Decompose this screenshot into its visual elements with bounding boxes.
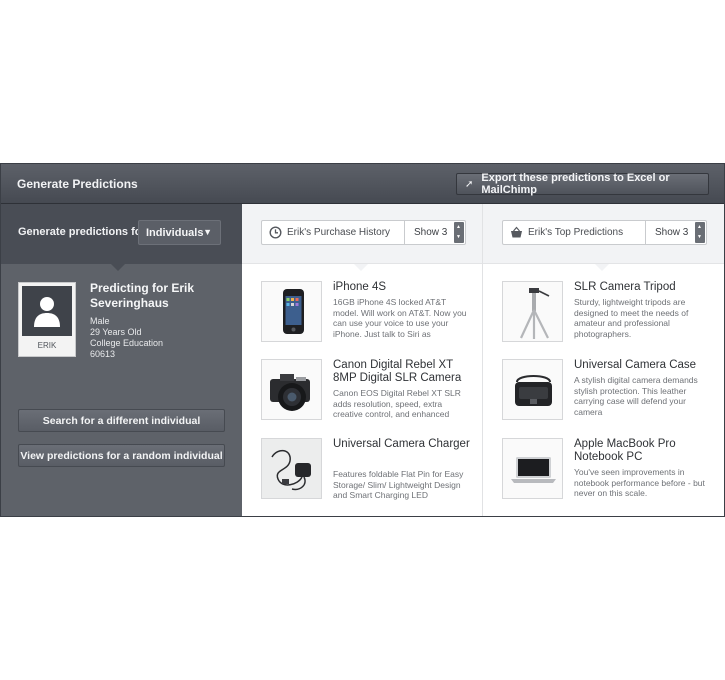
history-item[interactable]: iPhone 4S 16GB iPhone 4S locked AT&T mod… xyxy=(261,281,471,351)
top-predictions-column: Erik's Top Predictions Show 3 ▲ ▼ SLR Ca… xyxy=(483,204,724,516)
history-show-count[interactable]: Show 3 ▲ ▼ xyxy=(404,221,465,244)
clock-icon xyxy=(269,226,282,239)
product-title: Canon Digital Rebel XT 8MP Digital SLR C… xyxy=(333,359,462,384)
target-dropdown[interactable]: Individuals ▼ xyxy=(138,220,221,245)
product-title: Universal Camera Charger xyxy=(333,438,470,450)
dslr-camera-icon xyxy=(270,374,310,411)
avatar-card: ERIK xyxy=(18,282,76,357)
prediction-item[interactable]: SLR Camera Tripod Sturdy, lightweight tr… xyxy=(502,281,712,351)
history-stepper[interactable]: ▲ ▼ xyxy=(454,222,464,243)
basket-icon xyxy=(511,226,522,238)
product-description: Sturdy, lightweight tripods are designed… xyxy=(574,297,689,339)
predicting-title: Predicting for Erik Severinghaus xyxy=(90,281,195,310)
generate-label: Generate predictions for xyxy=(18,226,146,238)
predictions-stepper[interactable]: ▲ ▼ xyxy=(695,222,705,243)
camera-charger-icon xyxy=(262,439,321,498)
tripod-icon xyxy=(520,288,550,339)
predictions-toolbar: Erik's Top Predictions Show 3 ▲ ▼ xyxy=(483,204,724,264)
export-label: Export these predictions to Excel or Mai… xyxy=(481,172,670,196)
product-thumbnail xyxy=(261,359,322,420)
detail-zip: 60613 xyxy=(90,349,116,359)
history-label: Erik's Purchase History xyxy=(287,227,391,238)
user-silhouette-icon xyxy=(34,297,60,327)
product-thumbnail xyxy=(502,438,563,499)
predictions-show-value: Show 3 xyxy=(655,227,689,238)
product-description: A stylish digital camera demands stylish… xyxy=(574,375,698,417)
column-pointer xyxy=(595,264,609,271)
stepper-up-icon: ▲ xyxy=(697,224,702,230)
individual-details: Male 29 Years Old College Education 6061… xyxy=(90,316,163,360)
header-bar: Generate Predictions ➚ Export these pred… xyxy=(1,164,724,204)
product-description: You've seen improvements in notebook per… xyxy=(574,467,705,498)
purchase-history-column: Erik's Purchase History Show 3 ▲ ▼ iPhon… xyxy=(242,204,483,516)
camera-case-icon xyxy=(515,375,552,406)
product-thumbnail xyxy=(261,438,322,499)
prediction-item[interactable]: Apple MacBook Pro Notebook PC You've see… xyxy=(502,438,712,508)
generate-bar: Generate predictions for Individuals ▼ xyxy=(1,204,242,264)
product-title: Universal Camera Case xyxy=(574,359,697,371)
predictions-show-count[interactable]: Show 3 ▲ ▼ xyxy=(645,221,706,244)
history-item[interactable]: Universal Camera Charger Features foldab… xyxy=(261,438,471,508)
stepper-up-icon: ▲ xyxy=(456,224,461,230)
product-description: Canon EOS Digital Rebel XT SLR adds reso… xyxy=(333,388,461,419)
detail-gender: Male xyxy=(90,316,110,326)
detail-age: 29 Years Old xyxy=(90,327,142,337)
dropdown-value: Individuals xyxy=(146,227,204,239)
random-individual-button[interactable]: View predictions for a random individual xyxy=(18,444,225,467)
column-pointer xyxy=(354,264,368,271)
product-thumbnail xyxy=(261,281,322,342)
product-description: Features foldable Flat Pin for Easy Stor… xyxy=(333,469,464,500)
history-item[interactable]: Canon Digital Rebel XT 8MP Digital SLR C… xyxy=(261,359,471,429)
avatar xyxy=(22,286,72,336)
arrow-up-right-icon: ➚ xyxy=(465,178,474,190)
panel-pointer xyxy=(111,264,125,271)
history-show-value: Show 3 xyxy=(414,227,448,238)
stepper-down-icon: ▼ xyxy=(697,234,702,240)
history-toolbar: Erik's Purchase History Show 3 ▲ ▼ xyxy=(242,204,482,264)
predictions-app: Generate Predictions ➚ Export these pred… xyxy=(0,163,725,517)
product-title: iPhone 4S xyxy=(333,281,387,293)
iphone-icon xyxy=(283,289,304,334)
product-thumbnail xyxy=(502,281,563,342)
avatar-name: ERIK xyxy=(37,341,57,350)
page-title: Generate Predictions xyxy=(17,177,138,191)
prediction-item[interactable]: Universal Camera Case A stylish digital … xyxy=(502,359,712,429)
search-individual-button[interactable]: Search for a different individual xyxy=(18,409,225,432)
caret-down-icon: ▼ xyxy=(203,227,212,237)
product-description: 16GB iPhone 4S locked AT&T model. Will w… xyxy=(333,297,467,339)
history-selector[interactable]: Erik's Purchase History Show 3 ▲ ▼ xyxy=(261,220,466,245)
product-title: Apple MacBook Pro Notebook PC xyxy=(574,438,676,463)
predictions-selector[interactable]: Erik's Top Predictions Show 3 ▲ ▼ xyxy=(502,220,707,245)
stepper-down-icon: ▼ xyxy=(456,234,461,240)
predictions-label: Erik's Top Predictions xyxy=(528,227,624,238)
product-title: SLR Camera Tripod xyxy=(574,281,676,293)
laptop-icon xyxy=(511,457,556,483)
product-thumbnail xyxy=(502,359,563,420)
detail-education: College Education xyxy=(90,338,164,348)
left-panel: Generate predictions for Individuals ▼ E… xyxy=(1,204,242,516)
export-button[interactable]: ➚ Export these predictions to Excel or M… xyxy=(456,172,709,196)
